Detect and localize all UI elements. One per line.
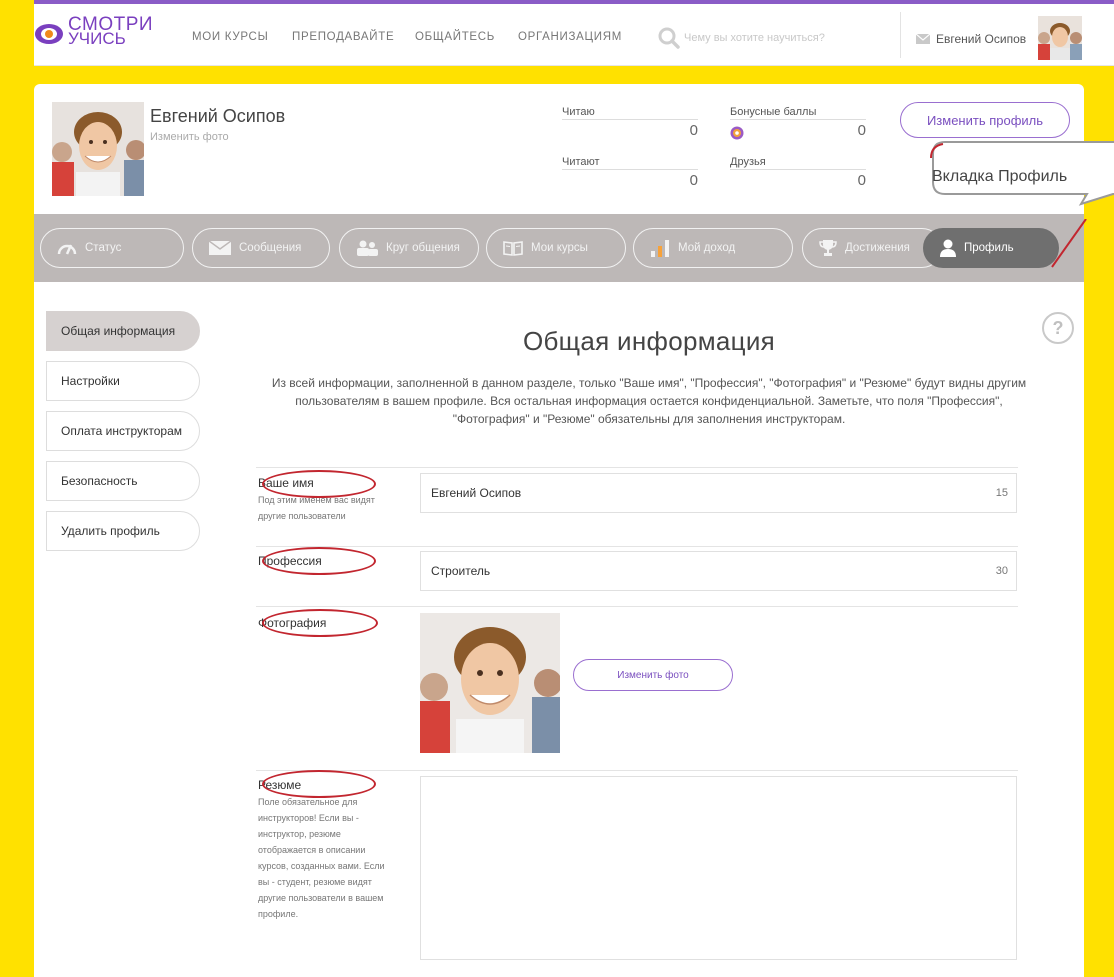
site-header: СМОТРИ УЧИСЬ МОИ КУРСЫ ПРЕПОДАВАЙТЕ ОБЩА… xyxy=(34,4,1114,66)
profile-photo xyxy=(420,613,560,753)
search-icon[interactable] xyxy=(658,27,680,49)
tab-profile-label: Профиль xyxy=(964,242,1014,254)
profession-input[interactable]: Строитель 30 xyxy=(420,551,1017,591)
name-value: Евгений Осипов xyxy=(431,486,522,500)
row-divider xyxy=(256,770,1018,771)
annotation-oval-resume xyxy=(262,770,376,798)
logo-eye-icon xyxy=(35,24,63,44)
page: СМОТРИ УЧИСЬ МОИ КУРСЫ ПРЕПОДАВАЙТЕ ОБЩА… xyxy=(0,0,1114,977)
profession-value: Строитель xyxy=(431,564,491,578)
row-divider xyxy=(256,546,1018,547)
nav-communicate[interactable]: ОБЩАЙТЕСЬ xyxy=(415,31,495,43)
change-photo-button[interactable]: Изменить фото xyxy=(573,659,733,691)
profession-char-counter: 30 xyxy=(995,565,1008,577)
site-logo[interactable]: СМОТРИ УЧИСЬ xyxy=(34,14,153,54)
sidebar-item-settings[interactable]: Настройки xyxy=(46,361,200,401)
resume-hint: Поле обязательное для инструкторов! Если… xyxy=(258,797,385,919)
sidebar-item-security[interactable]: Безопасность xyxy=(46,461,200,501)
header-user-name[interactable]: Евгений Осипов xyxy=(936,32,1026,46)
row-divider xyxy=(256,606,1018,607)
stat-bonus[interactable]: Бонусные баллы 0 xyxy=(730,106,866,140)
nav-teach[interactable]: ПРЕПОДАВАЙТЕ xyxy=(292,31,394,43)
annotation-frame-left xyxy=(0,0,34,977)
people-icon xyxy=(357,240,378,256)
callout-text: Вкладка Профиль xyxy=(932,168,1068,185)
stat-reading-value: 0 xyxy=(689,122,698,139)
tab-my-courses[interactable]: Мои курсы xyxy=(486,228,626,268)
header-divider xyxy=(900,12,901,58)
stat-friends[interactable]: Друзья 0 xyxy=(730,156,866,189)
tab-my-courses-label: Мои курсы xyxy=(531,242,588,254)
nav-organizations[interactable]: ОРГАНИЗАЦИЯМ xyxy=(518,31,622,43)
content-area: Общая информация Настройки Оплата инстру… xyxy=(34,282,1084,977)
name-char-counter: 15 xyxy=(995,487,1008,499)
intro-text: Из всей информации, заполненной в данном… xyxy=(271,376,1027,426)
profile-tab-bar: Статус Сообщения Круг общения Мои курсы xyxy=(34,214,1084,282)
annotation-oval-profession xyxy=(262,547,376,575)
callout-pointer xyxy=(1046,218,1092,269)
bonus-coin-icon xyxy=(730,126,744,140)
search-input[interactable] xyxy=(684,28,884,48)
person-icon xyxy=(940,239,956,257)
tab-profile[interactable]: Профиль xyxy=(923,228,1059,268)
tab-messages[interactable]: Сообщения xyxy=(192,228,330,268)
trophy-icon xyxy=(819,240,837,256)
stat-friends-value: 0 xyxy=(857,172,866,189)
mail-icon[interactable] xyxy=(916,34,930,44)
stat-bonus-value: 0 xyxy=(857,122,866,139)
profile-avatar[interactable] xyxy=(52,102,144,196)
page-title: Общая информация xyxy=(522,326,776,356)
sidebar-item-general-info[interactable]: Общая информация xyxy=(46,311,200,351)
tab-social-circle-label: Круг общения xyxy=(386,242,460,254)
tab-achievements[interactable]: Достижения xyxy=(802,228,942,268)
stat-followers-label: Читают xyxy=(562,156,698,170)
stat-reading[interactable]: Читаю 0 xyxy=(562,106,698,139)
header-avatar[interactable] xyxy=(1038,16,1082,60)
profile-name: Евгений Осипов xyxy=(150,106,286,126)
tab-messages-label: Сообщения xyxy=(239,242,302,254)
stat-followers-value: 0 xyxy=(689,172,698,189)
tab-my-income[interactable]: Мой доход xyxy=(633,228,793,268)
tab-my-income-label: Мой доход xyxy=(678,242,736,254)
stat-followers[interactable]: Читают 0 xyxy=(562,156,698,189)
sidebar-item-delete-profile[interactable]: Удалить профиль xyxy=(46,511,200,551)
annotation-oval-photo xyxy=(262,609,378,637)
name-input[interactable]: Евгений Осипов 15 xyxy=(420,473,1017,513)
nav-my-courses[interactable]: МОИ КУРСЫ xyxy=(192,31,268,43)
change-photo-link[interactable]: Изменить фото xyxy=(150,131,229,143)
row-divider xyxy=(256,467,1018,468)
tab-status[interactable]: Статус xyxy=(40,228,184,268)
tab-achievements-label: Достижения xyxy=(845,242,910,254)
resume-textarea[interactable] xyxy=(420,776,1017,960)
stat-bonus-label: Бонусные баллы xyxy=(730,106,866,120)
stat-reading-label: Читаю xyxy=(562,106,698,120)
book-icon xyxy=(503,241,523,256)
tab-status-label: Статус xyxy=(85,242,122,254)
sidebar-item-instructor-payment[interactable]: Оплата инструкторам xyxy=(46,411,200,451)
envelope-icon xyxy=(209,241,231,255)
logo-line-2: УЧИСЬ xyxy=(68,29,126,48)
bars-icon xyxy=(651,240,669,257)
tab-social-circle[interactable]: Круг общения xyxy=(339,228,479,268)
annotation-oval-name xyxy=(262,470,376,498)
help-icon[interactable]: ? xyxy=(1042,312,1074,344)
speedometer-icon xyxy=(57,244,77,255)
stat-friends-label: Друзья xyxy=(730,156,866,170)
